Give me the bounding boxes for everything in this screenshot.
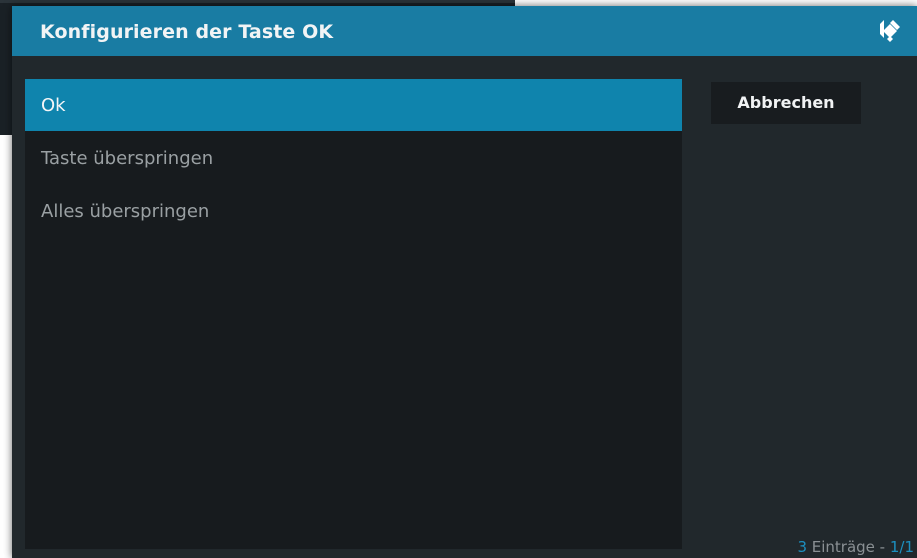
item-count-label: Einträge - <box>807 538 890 556</box>
page-indicator: 1/1 <box>889 538 914 556</box>
list-item-skip-key[interactable]: Taste überspringen <box>25 132 682 184</box>
cancel-button[interactable]: Abbrechen <box>711 82 861 124</box>
item-count-number: 3 <box>797 538 807 556</box>
options-list: Ok Taste überspringen Alles überspringen <box>25 79 682 549</box>
dialog-title: Konfigurieren der Taste OK <box>40 21 334 43</box>
button-config-dialog: Konfigurieren der Taste OK Ok Taste über… <box>12 6 917 558</box>
kodi-logo-icon <box>880 20 900 42</box>
list-item-ok[interactable]: Ok <box>25 79 682 131</box>
dialog-header: Konfigurieren der Taste OK <box>12 6 917 56</box>
list-item-skip-all[interactable]: Alles überspringen <box>25 185 682 237</box>
background-window-border <box>0 0 515 3</box>
item-count: 3 Einträge - 1/1 <box>797 538 914 556</box>
